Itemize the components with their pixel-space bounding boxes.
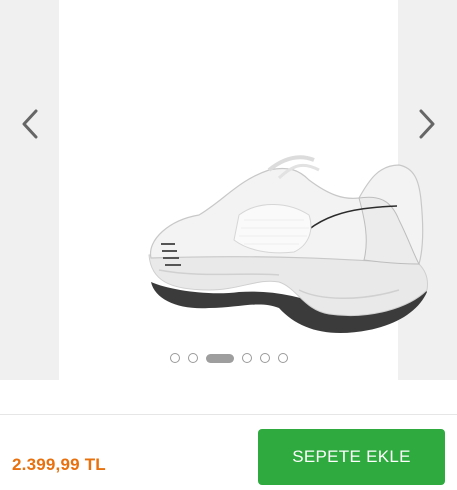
product-slide[interactable] <box>59 0 428 380</box>
product-price: 2.399,99 TL <box>12 455 106 474</box>
next-image-button[interactable] <box>407 102 447 146</box>
pagination-dot[interactable] <box>169 353 180 363</box>
pagination-dot[interactable] <box>241 353 252 363</box>
pagination-dot[interactable] <box>187 353 198 363</box>
pagination-dot-active[interactable] <box>205 353 234 363</box>
pagination-dot[interactable] <box>277 353 288 363</box>
add-to-cart-button[interactable]: SEPETE EKLE <box>258 429 445 485</box>
chevron-right-icon <box>419 109 435 139</box>
pagination-dot[interactable] <box>259 353 270 363</box>
product-gallery <box>0 0 457 380</box>
gallery-pagination <box>0 352 457 364</box>
product-image <box>148 155 428 334</box>
divider <box>0 414 457 415</box>
previous-image-button[interactable] <box>10 102 50 146</box>
chevron-left-icon <box>22 109 38 139</box>
